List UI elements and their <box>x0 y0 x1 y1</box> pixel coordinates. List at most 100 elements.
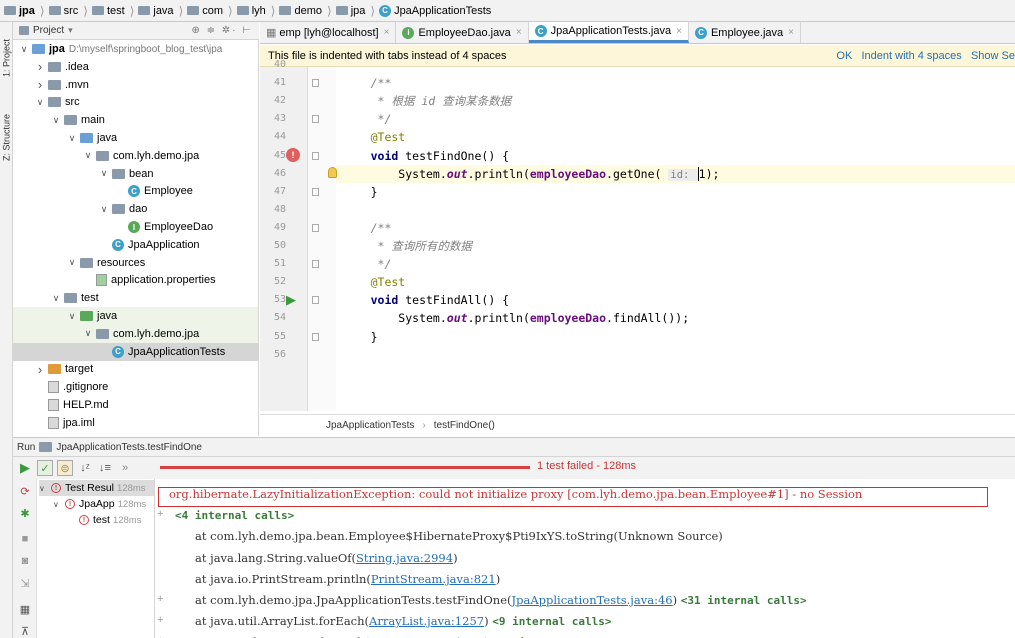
tree-node[interactable]: C JpaApplicationTests <box>13 342 258 361</box>
chevron-down-icon[interactable]: ∨ <box>99 204 109 215</box>
tree-node[interactable]: .gitignore <box>13 378 258 396</box>
breadcrumb-item[interactable]: com ⟩ <box>185 4 234 18</box>
source-link[interactable]: JpaApplicationTests.java:46 <box>512 593 673 607</box>
notice-indent-link[interactable]: Indent with 4 spaces <box>862 50 962 62</box>
editor-tab[interactable]: I EmployeeDao.java × <box>396 22 529 43</box>
chevron-down-icon[interactable]: ∨ <box>51 115 61 126</box>
chevron-down-icon[interactable]: ∨ <box>99 168 109 179</box>
close-icon[interactable]: × <box>384 27 390 38</box>
chevron-down-icon[interactable]: ∨ <box>67 311 77 322</box>
fold-marker-icon[interactable] <box>312 260 319 269</box>
notice-ok-link[interactable]: OK <box>836 50 852 62</box>
chevron-down-icon[interactable]: ∨ <box>67 257 77 268</box>
fold-marker-icon[interactable] <box>312 151 319 160</box>
debug-icon[interactable]: ✱ <box>17 505 33 521</box>
stop-icon[interactable]: ■ <box>17 531 33 547</box>
internal-calls[interactable]: <4 internal calls> <box>175 509 294 522</box>
pin-icon[interactable]: ⊼ <box>17 623 33 638</box>
breadcrumb-item[interactable]: jpa ⟩ <box>2 4 47 18</box>
breadcrumb-item[interactable]: lyh ⟩ <box>235 4 278 18</box>
expand-icon[interactable]: + <box>157 508 163 520</box>
chevron-right-icon[interactable]: › <box>35 362 45 377</box>
chevron-down-icon[interactable]: ∨ <box>53 500 63 509</box>
test-node[interactable]: ! test 128ms <box>67 512 154 528</box>
sort-alpha-icon[interactable]: ↓ᶻ <box>77 460 93 476</box>
sort-duration-icon[interactable]: ↓≡ <box>97 460 113 476</box>
editor-tab[interactable]: ▦ emp [lyh@localhost] × <box>260 22 397 43</box>
run-test-error-icon[interactable]: ! <box>286 147 300 162</box>
show-ignored-icon[interactable]: ⊜ <box>57 460 73 476</box>
chevron-right-icon[interactable]: › <box>35 59 45 74</box>
internal-calls[interactable]: <31 internal calls> <box>681 594 807 607</box>
tree-node[interactable]: ∨ src <box>13 93 258 111</box>
project-tool-tab[interactable]: 1: Project <box>0 28 13 88</box>
tree-node[interactable]: C JpaApplication <box>13 236 258 254</box>
more-icon[interactable]: » <box>117 460 133 476</box>
chevron-down-icon[interactable]: ∨ <box>51 293 61 304</box>
fold-marker-icon[interactable] <box>312 296 319 305</box>
tree-node[interactable]: ∨ bean <box>13 165 258 183</box>
source-link[interactable]: PrintStream.java:821 <box>371 572 496 586</box>
tree-node[interactable]: ∨ test <box>13 289 258 307</box>
test-node[interactable]: ∨! JpaApp 128ms <box>53 496 154 512</box>
structure-tool-tab[interactable]: Z: Structure <box>0 102 13 172</box>
breadcrumb-class[interactable]: JpaApplicationTests <box>326 420 414 431</box>
tree-node[interactable]: ∨ com.lyh.demo.jpa <box>13 147 258 165</box>
tree-node[interactable]: ∨ resources <box>13 254 258 272</box>
chevron-down-icon[interactable]: ∨ <box>35 97 45 108</box>
breadcrumb-item[interactable]: src ⟩ <box>47 4 90 18</box>
chevron-down-icon[interactable]: ∨ <box>19 44 29 55</box>
layout-icon[interactable]: ▦ <box>17 601 33 617</box>
tree-node[interactable]: application.properties <box>13 271 258 289</box>
rerun-icon[interactable]: ▶ <box>17 460 33 476</box>
project-panel-tools[interactable]: ⊕ ≑ ✲· ⊢ <box>191 25 253 36</box>
import-icon[interactable]: ⇲ <box>17 575 33 591</box>
run-test-icon[interactable]: ▶ <box>286 292 296 308</box>
close-icon[interactable]: × <box>516 27 522 38</box>
rerun-failed-icon[interactable]: ⟳ <box>17 483 33 499</box>
close-icon[interactable]: × <box>676 26 682 37</box>
tree-node[interactable]: › target <box>13 360 258 378</box>
fold-marker-icon[interactable] <box>312 115 319 124</box>
breadcrumb-item[interactable]: java ⟩ <box>136 4 185 18</box>
tree-node[interactable]: › .idea <box>13 58 258 76</box>
internal-calls[interactable]: <9 internal calls> <box>492 615 611 628</box>
breadcrumb-item[interactable]: demo ⟩ <box>277 4 333 18</box>
fold-marker-icon[interactable] <box>312 332 319 341</box>
breadcrumb-method[interactable]: testFindOne() <box>434 420 495 431</box>
tree-node[interactable]: ∨ main <box>13 111 258 129</box>
tree-node[interactable]: C Employee <box>13 182 258 200</box>
show-passed-icon[interactable]: ✓ <box>37 460 53 476</box>
tree-node[interactable]: ∨ java <box>13 307 258 325</box>
editor-tab[interactable]: C JpaApplicationTests.java × <box>528 22 689 43</box>
notice-show-link[interactable]: Show Se <box>971 50 1015 62</box>
chevron-down-icon[interactable]: ∨ <box>67 133 77 144</box>
tree-node[interactable]: ∨ com.lyh.demo.jpa <box>13 324 258 343</box>
chevron-down-icon[interactable]: ∨ <box>83 150 93 161</box>
tree-node[interactable]: ∨ jpa D:\myself\springboot_blog_test\jpa <box>13 40 258 58</box>
chevron-down-icon[interactable]: ∨ <box>83 328 93 339</box>
source-link[interactable]: String.java:2994 <box>356 551 453 565</box>
close-icon[interactable]: × <box>788 27 794 38</box>
test-node[interactable]: ∨! Test Resul 128ms <box>39 480 154 496</box>
intention-bulb-icon[interactable] <box>328 166 337 178</box>
breadcrumb-item[interactable]: C JpaApplicationTests <box>377 4 493 17</box>
tree-node[interactable]: I EmployeeDao <box>13 218 258 236</box>
code-editor[interactable]: /** * 根据 id 查询某条数据 */ @Test void testFin… <box>328 67 1015 411</box>
tree-node[interactable]: jpa.iml <box>13 414 258 432</box>
tree-node[interactable]: ∨ dao <box>13 200 258 218</box>
chevron-right-icon[interactable]: › <box>35 77 45 92</box>
tree-node[interactable]: HELP.md <box>13 396 258 414</box>
camera-icon[interactable]: ◙ <box>17 553 33 569</box>
chevron-down-icon[interactable]: ∨ <box>39 484 49 493</box>
project-panel-title[interactable]: Project <box>33 25 64 36</box>
run-config-name[interactable]: JpaApplicationTests.testFindOne <box>56 442 202 453</box>
fold-marker-icon[interactable] <box>312 79 319 88</box>
tree-node[interactable]: › .mvn <box>13 76 258 94</box>
breadcrumb-item[interactable]: test ⟩ <box>90 4 136 18</box>
breadcrumb-item[interactable]: jpa ⟩ <box>334 4 377 18</box>
tree-node[interactable]: ∨ java <box>13 129 258 147</box>
fold-marker-icon[interactable] <box>312 223 319 232</box>
editor-tab[interactable]: C Employee.java × <box>689 22 801 43</box>
chevron-down-icon[interactable]: ▾ <box>68 25 73 36</box>
